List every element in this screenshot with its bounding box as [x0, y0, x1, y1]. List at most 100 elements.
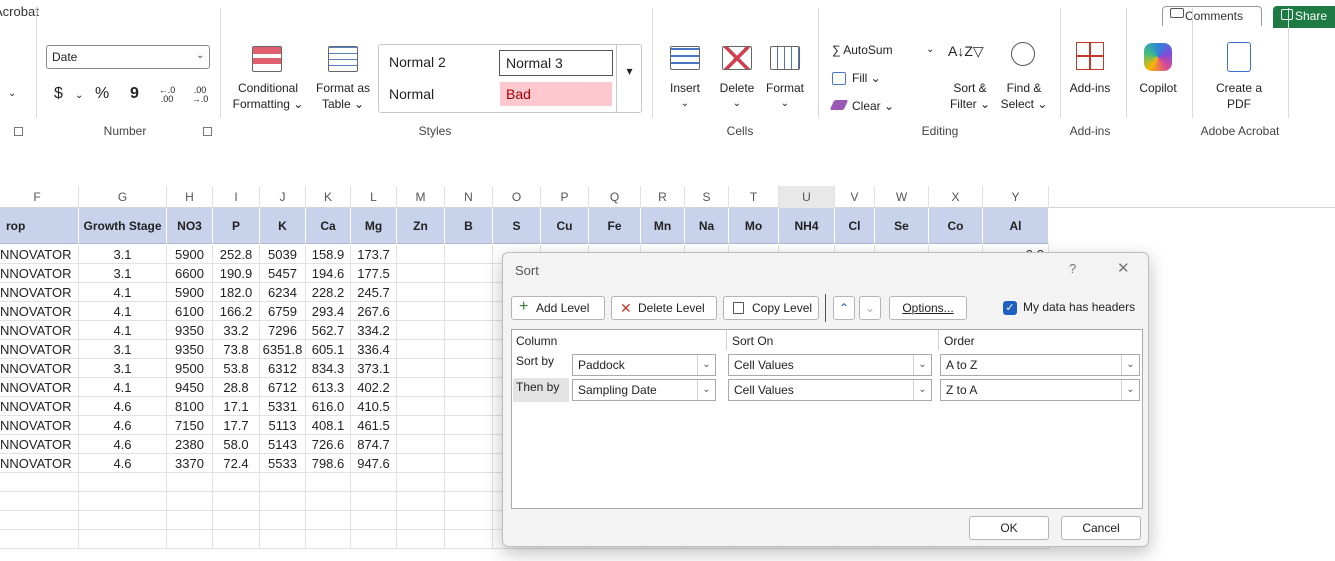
help-icon[interactable]: ? [1069, 261, 1076, 276]
column-letter[interactable]: L [351, 186, 397, 208]
empty-cell[interactable] [213, 473, 260, 492]
cell[interactable] [397, 340, 445, 359]
cell[interactable] [397, 359, 445, 378]
column-letter[interactable]: O [493, 186, 541, 208]
sort-by-column-select[interactable]: Paddock ⌄ [572, 354, 716, 376]
cell[interactable]: 408.1 [306, 416, 351, 435]
column-letter[interactable]: W [875, 186, 929, 208]
style-normal-3[interactable]: Normal 3 [499, 50, 613, 76]
cell[interactable] [445, 340, 493, 359]
then-by-column-select[interactable]: Sampling Date ⌄ [572, 379, 716, 401]
header-cell[interactable]: Growth Stage [79, 208, 167, 244]
cell[interactable]: NNOVATOR [0, 378, 79, 397]
cell[interactable]: 4.6 [79, 397, 167, 416]
find-select-button[interactable]: Find & Select ⌄ [998, 80, 1050, 112]
cell[interactable]: 6351.8 [260, 340, 306, 359]
cell[interactable]: 8100 [167, 397, 213, 416]
header-cell[interactable]: Zn [397, 208, 445, 244]
cell[interactable]: 336.4 [351, 340, 397, 359]
cell[interactable]: 3.1 [79, 264, 167, 283]
cell[interactable]: 17.1 [213, 397, 260, 416]
cell[interactable] [445, 264, 493, 283]
column-letter[interactable]: S [685, 186, 729, 208]
header-cell[interactable]: Mn [641, 208, 685, 244]
empty-cell[interactable] [306, 473, 351, 492]
cell[interactable]: 9500 [167, 359, 213, 378]
cancel-button[interactable]: Cancel [1061, 516, 1141, 540]
cell[interactable]: 7296 [260, 321, 306, 340]
column-letter[interactable]: T [729, 186, 779, 208]
decrease-decimal-button[interactable]: .00 →.0 [188, 86, 212, 104]
number-format-select[interactable]: Date [46, 45, 210, 69]
chevron-down-icon[interactable]: ⌄ [8, 86, 16, 102]
cell[interactable] [445, 454, 493, 473]
cell[interactable]: 177.5 [351, 264, 397, 283]
cell[interactable]: 613.3 [306, 378, 351, 397]
cell[interactable]: 182.0 [213, 283, 260, 302]
then-by-order-select[interactable]: Z to A ⌄ [940, 379, 1140, 401]
column-letter[interactable]: P [541, 186, 589, 208]
cell[interactable]: 33.2 [213, 321, 260, 340]
column-letter[interactable]: M [397, 186, 445, 208]
cell[interactable] [397, 302, 445, 321]
cell[interactable] [445, 397, 493, 416]
cell[interactable]: 158.9 [306, 245, 351, 264]
empty-cell[interactable] [167, 511, 213, 530]
cell[interactable] [397, 435, 445, 454]
empty-cell[interactable] [260, 530, 306, 549]
column-letter[interactable]: U [779, 186, 835, 208]
empty-cell[interactable] [397, 511, 445, 530]
create-pdf-button[interactable]: Create a PDF [1208, 80, 1270, 112]
delete-button[interactable]: Delete [714, 80, 760, 96]
chevron-down-icon[interactable]: ⌄ [697, 380, 715, 400]
move-up-icon[interactable]: ⌃ [833, 296, 855, 320]
cell[interactable]: 72.4 [213, 454, 260, 473]
cell[interactable]: 6600 [167, 264, 213, 283]
empty-cell[interactable] [167, 473, 213, 492]
alignment-dialog-launcher-icon[interactable] [14, 127, 23, 136]
cell[interactable]: 798.6 [306, 454, 351, 473]
column-letter[interactable]: V [835, 186, 875, 208]
format-as-table-button[interactable]: Format as Table ⌄ [310, 80, 376, 112]
empty-cell[interactable] [260, 473, 306, 492]
cell[interactable]: 6712 [260, 378, 306, 397]
style-normal-2[interactable]: Normal 2 [383, 50, 493, 76]
cell[interactable]: 562.7 [306, 321, 351, 340]
empty-cell[interactable] [306, 530, 351, 549]
cell[interactable] [445, 435, 493, 454]
cell[interactable]: NNOVATOR [0, 454, 79, 473]
empty-cell[interactable] [445, 473, 493, 492]
cell[interactable]: 6100 [167, 302, 213, 321]
header-cell[interactable]: rop [0, 208, 79, 244]
column-letter[interactable]: J [260, 186, 306, 208]
delete-level-button[interactable]: ✕ Delete Level [611, 296, 717, 320]
empty-cell[interactable] [79, 511, 167, 530]
cell[interactable]: 2380 [167, 435, 213, 454]
column-letter[interactable]: K [306, 186, 351, 208]
cell[interactable]: 252.8 [213, 245, 260, 264]
empty-cell[interactable] [351, 511, 397, 530]
cell[interactable] [397, 264, 445, 283]
column-letter[interactable]: Q [589, 186, 641, 208]
increase-decimal-button[interactable]: ←.0 .00 [155, 86, 179, 104]
header-cell[interactable]: P [213, 208, 260, 244]
chevron-down-icon[interactable]: ⌄ [913, 380, 931, 400]
header-cell[interactable]: B [445, 208, 493, 244]
cell[interactable]: 173.7 [351, 245, 397, 264]
header-cell[interactable]: Co [929, 208, 983, 244]
cell[interactable]: 4.1 [79, 302, 167, 321]
column-letter[interactable]: I [213, 186, 260, 208]
percent-style-button[interactable]: % [95, 86, 109, 102]
cell[interactable]: 5457 [260, 264, 306, 283]
cell[interactable]: 53.8 [213, 359, 260, 378]
cell[interactable] [397, 397, 445, 416]
cell[interactable]: 834.3 [306, 359, 351, 378]
column-letter[interactable]: H [167, 186, 213, 208]
chevron-down-icon[interactable]: ⌄ [762, 96, 808, 112]
cell[interactable]: 3370 [167, 454, 213, 473]
empty-cell[interactable] [260, 511, 306, 530]
empty-cell[interactable] [351, 530, 397, 549]
copilot-button[interactable]: Copilot [1132, 80, 1184, 96]
empty-cell[interactable] [213, 511, 260, 530]
format-button[interactable]: Format [762, 80, 808, 96]
